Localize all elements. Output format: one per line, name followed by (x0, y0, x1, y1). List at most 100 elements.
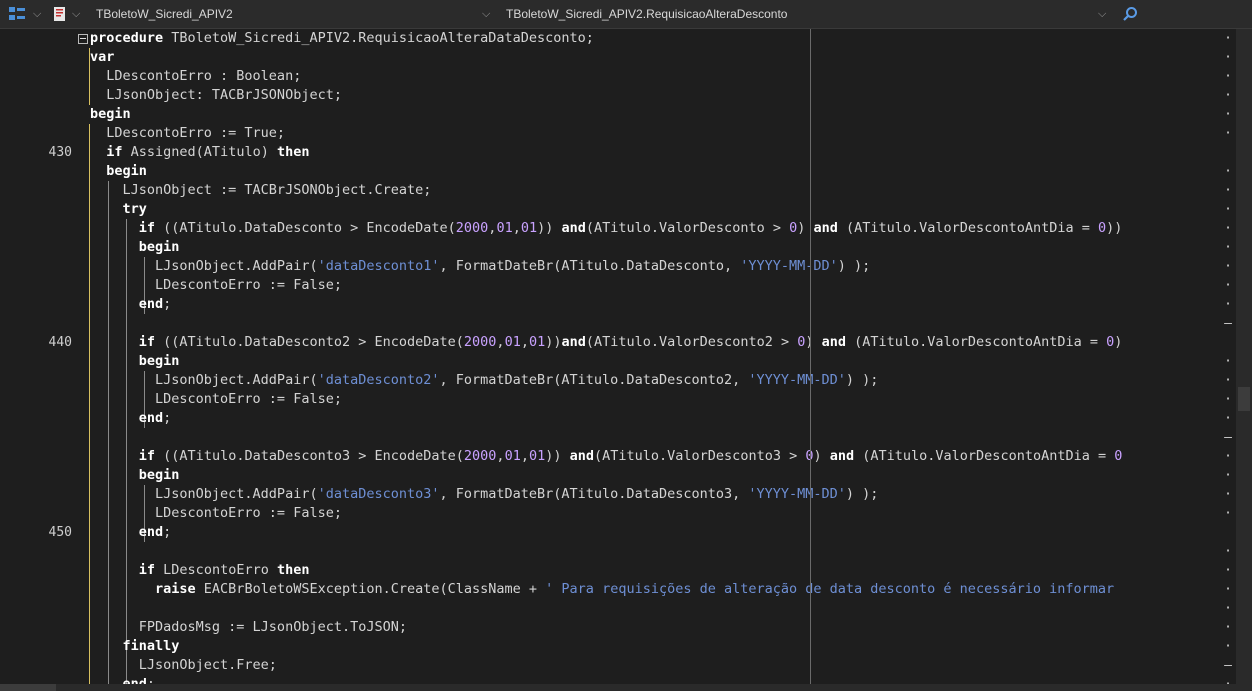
code-token: (ATitulo.ValorDescontoAntDia = (846, 334, 1107, 350)
line-marker: · (1224, 240, 1232, 255)
line-marker: – (1224, 430, 1232, 445)
code-line[interactable]: LDescontoErro := False; (90, 504, 342, 523)
code-line[interactable]: end; (90, 295, 172, 314)
keyword-token: begin (106, 163, 147, 179)
keyword-token: and (561, 334, 586, 350)
method-selector-chevron-icon[interactable]: ⌵ (1098, 0, 1106, 28)
code-line[interactable]: finally (90, 637, 180, 656)
vertical-scrollbar-thumb[interactable] (1238, 387, 1250, 411)
code-line[interactable]: if ((ATitulo.DataDesconto3 > EncodeDate(… (90, 447, 1123, 466)
code-line[interactable]: LJsonObject := TACBrJSONObject.Create; (90, 181, 432, 200)
code-line[interactable]: begin (90, 162, 147, 181)
unit-dropdown-icon[interactable]: ⌵ (72, 0, 80, 28)
string-token: 'YYYY-MM-DD' (748, 486, 846, 502)
line-marker: · (1224, 544, 1232, 559)
keyword-token: begin (138, 467, 180, 483)
structure-dropdown-icon[interactable]: ⌵ (33, 0, 41, 28)
code-line[interactable]: LJsonObject.Free; (90, 656, 277, 675)
code-line[interactable]: end; (90, 523, 172, 542)
code-line[interactable]: LDescontoErro := False; (90, 276, 342, 295)
code-line[interactable]: procedure TBoletoW_Sicredi_APIV2.Requisi… (90, 29, 594, 48)
code-line[interactable]: var (90, 48, 114, 67)
string-token: 'dataDesconto1' (317, 258, 440, 274)
code-line[interactable]: begin (90, 238, 180, 257)
code-line[interactable]: end; (90, 675, 156, 684)
code-line[interactable]: if LDescontoErro then (90, 561, 310, 580)
structure-view-button[interactable] (8, 0, 26, 28)
horizontal-scrollbar-thumb[interactable] (0, 684, 56, 691)
number-token: 01 (496, 220, 513, 236)
keyword-token: if (138, 220, 156, 236)
code-line[interactable]: if ((ATitulo.DataDesconto2 > EncodeDate(… (90, 333, 1123, 352)
fold-toggle-icon[interactable] (78, 34, 88, 44)
code-line[interactable]: if ((ATitulo.DataDesconto > EncodeDate(2… (90, 219, 1123, 238)
line-marker: · (1166, 675, 1232, 684)
code-line[interactable]: begin (90, 105, 131, 124)
code-token: (ATitulo.ValorDescontoAntDia = (854, 448, 1115, 464)
code-token: LDescontoErro (155, 562, 277, 578)
code-line[interactable]: begin (90, 352, 180, 371)
keyword-token: procedure (90, 30, 164, 46)
line-marker: · (1224, 601, 1232, 616)
code-line[interactable]: FPDadosMsg := LJsonObject.ToJSON; (90, 618, 407, 637)
number-token: 2000 (455, 220, 489, 236)
method-name: TBoletoW_Sicredi_APIV2.RequisicaoAlteraD… (506, 7, 788, 21)
code-line[interactable]: LJsonObject.AddPair('dataDesconto2', For… (90, 371, 878, 390)
line-marker: · (1224, 164, 1232, 179)
number-token: 0 (1097, 220, 1107, 236)
keyword-token: and (561, 220, 586, 236)
code-line[interactable]: raise EACBrBoletoWSException.Create(Clas… (90, 580, 1122, 599)
horizontal-scrollbar[interactable] (0, 684, 1252, 691)
keyword-token: try (122, 201, 147, 217)
unit-selector[interactable]: TBoletoW_Sicredi_APIV2 (96, 0, 233, 28)
code-line[interactable]: LJsonObject.AddPair('dataDesconto3', For… (90, 485, 878, 504)
keyword-token: if (138, 562, 156, 578)
line-marker: · (1224, 392, 1232, 407)
code-token: (ATitulo.ValorDesconto3 > (594, 448, 806, 464)
code-line[interactable]: LJsonObject.AddPair('dataDesconto1', For… (90, 257, 870, 276)
keyword-token: and (813, 220, 838, 236)
line-marker: · (1224, 582, 1232, 597)
search-icon (1123, 7, 1137, 21)
code-line[interactable]: LDescontoErro : Boolean; (90, 67, 301, 86)
code-line[interactable]: LJsonObject: TACBrJSONObject; (90, 86, 342, 105)
keyword-token: begin (138, 239, 180, 255)
code-token: ) ); (845, 372, 879, 388)
code-token: , FormatDateBr(ATitulo.DataDesconto2, (439, 372, 749, 388)
keyword-token: begin (138, 353, 180, 369)
method-selector[interactable]: TBoletoW_Sicredi_APIV2.RequisicaoAlteraD… (506, 0, 787, 28)
keyword-token: and (569, 448, 595, 464)
method-dropdown-icon[interactable]: ⌵ (482, 0, 490, 28)
code-line[interactable]: if Assigned(ATitulo) then (90, 143, 309, 162)
string-token: 'YYYY-MM-DD' (748, 372, 846, 388)
keyword-token: raise (155, 581, 196, 597)
line-marker: · (1224, 354, 1232, 369)
search-button[interactable] (1122, 0, 1138, 28)
code-token: ; (163, 524, 172, 540)
string-token: 'YYYY-MM-DD' (740, 258, 838, 274)
code-line[interactable]: LDescontoErro := True; (90, 124, 285, 143)
code-token: LJsonObject.AddPair( (90, 486, 318, 502)
vertical-scrollbar[interactable] (1236, 29, 1252, 684)
line-marker: · (1224, 297, 1232, 312)
code-line[interactable]: try (90, 200, 147, 219)
line-marker: · (1224, 50, 1232, 65)
code-token: ((ATitulo.DataDesconto3 > EncodeDate( (155, 448, 464, 464)
line-number-gutter: 430 440 450 (0, 29, 72, 684)
keyword-token: end (138, 524, 164, 540)
code-editor[interactable]: 430 440 450 · · · · · · · · · · · · · · – · · · · – · · · · · · · ·… (0, 29, 1236, 684)
code-line[interactable]: end; (90, 409, 172, 428)
code-line[interactable]: begin (90, 466, 180, 485)
code-token: , (496, 448, 505, 464)
code-token: (ATitulo.ValorDesconto > (585, 220, 790, 236)
code-token: , (520, 334, 529, 350)
code-token: LJsonObject.AddPair( (90, 372, 318, 388)
keyword-token: end (138, 410, 164, 426)
code-line[interactable]: LDescontoErro := False; (90, 390, 342, 409)
keyword-token: begin (90, 106, 131, 122)
code-token: LDescontoErro := True; (90, 125, 286, 141)
